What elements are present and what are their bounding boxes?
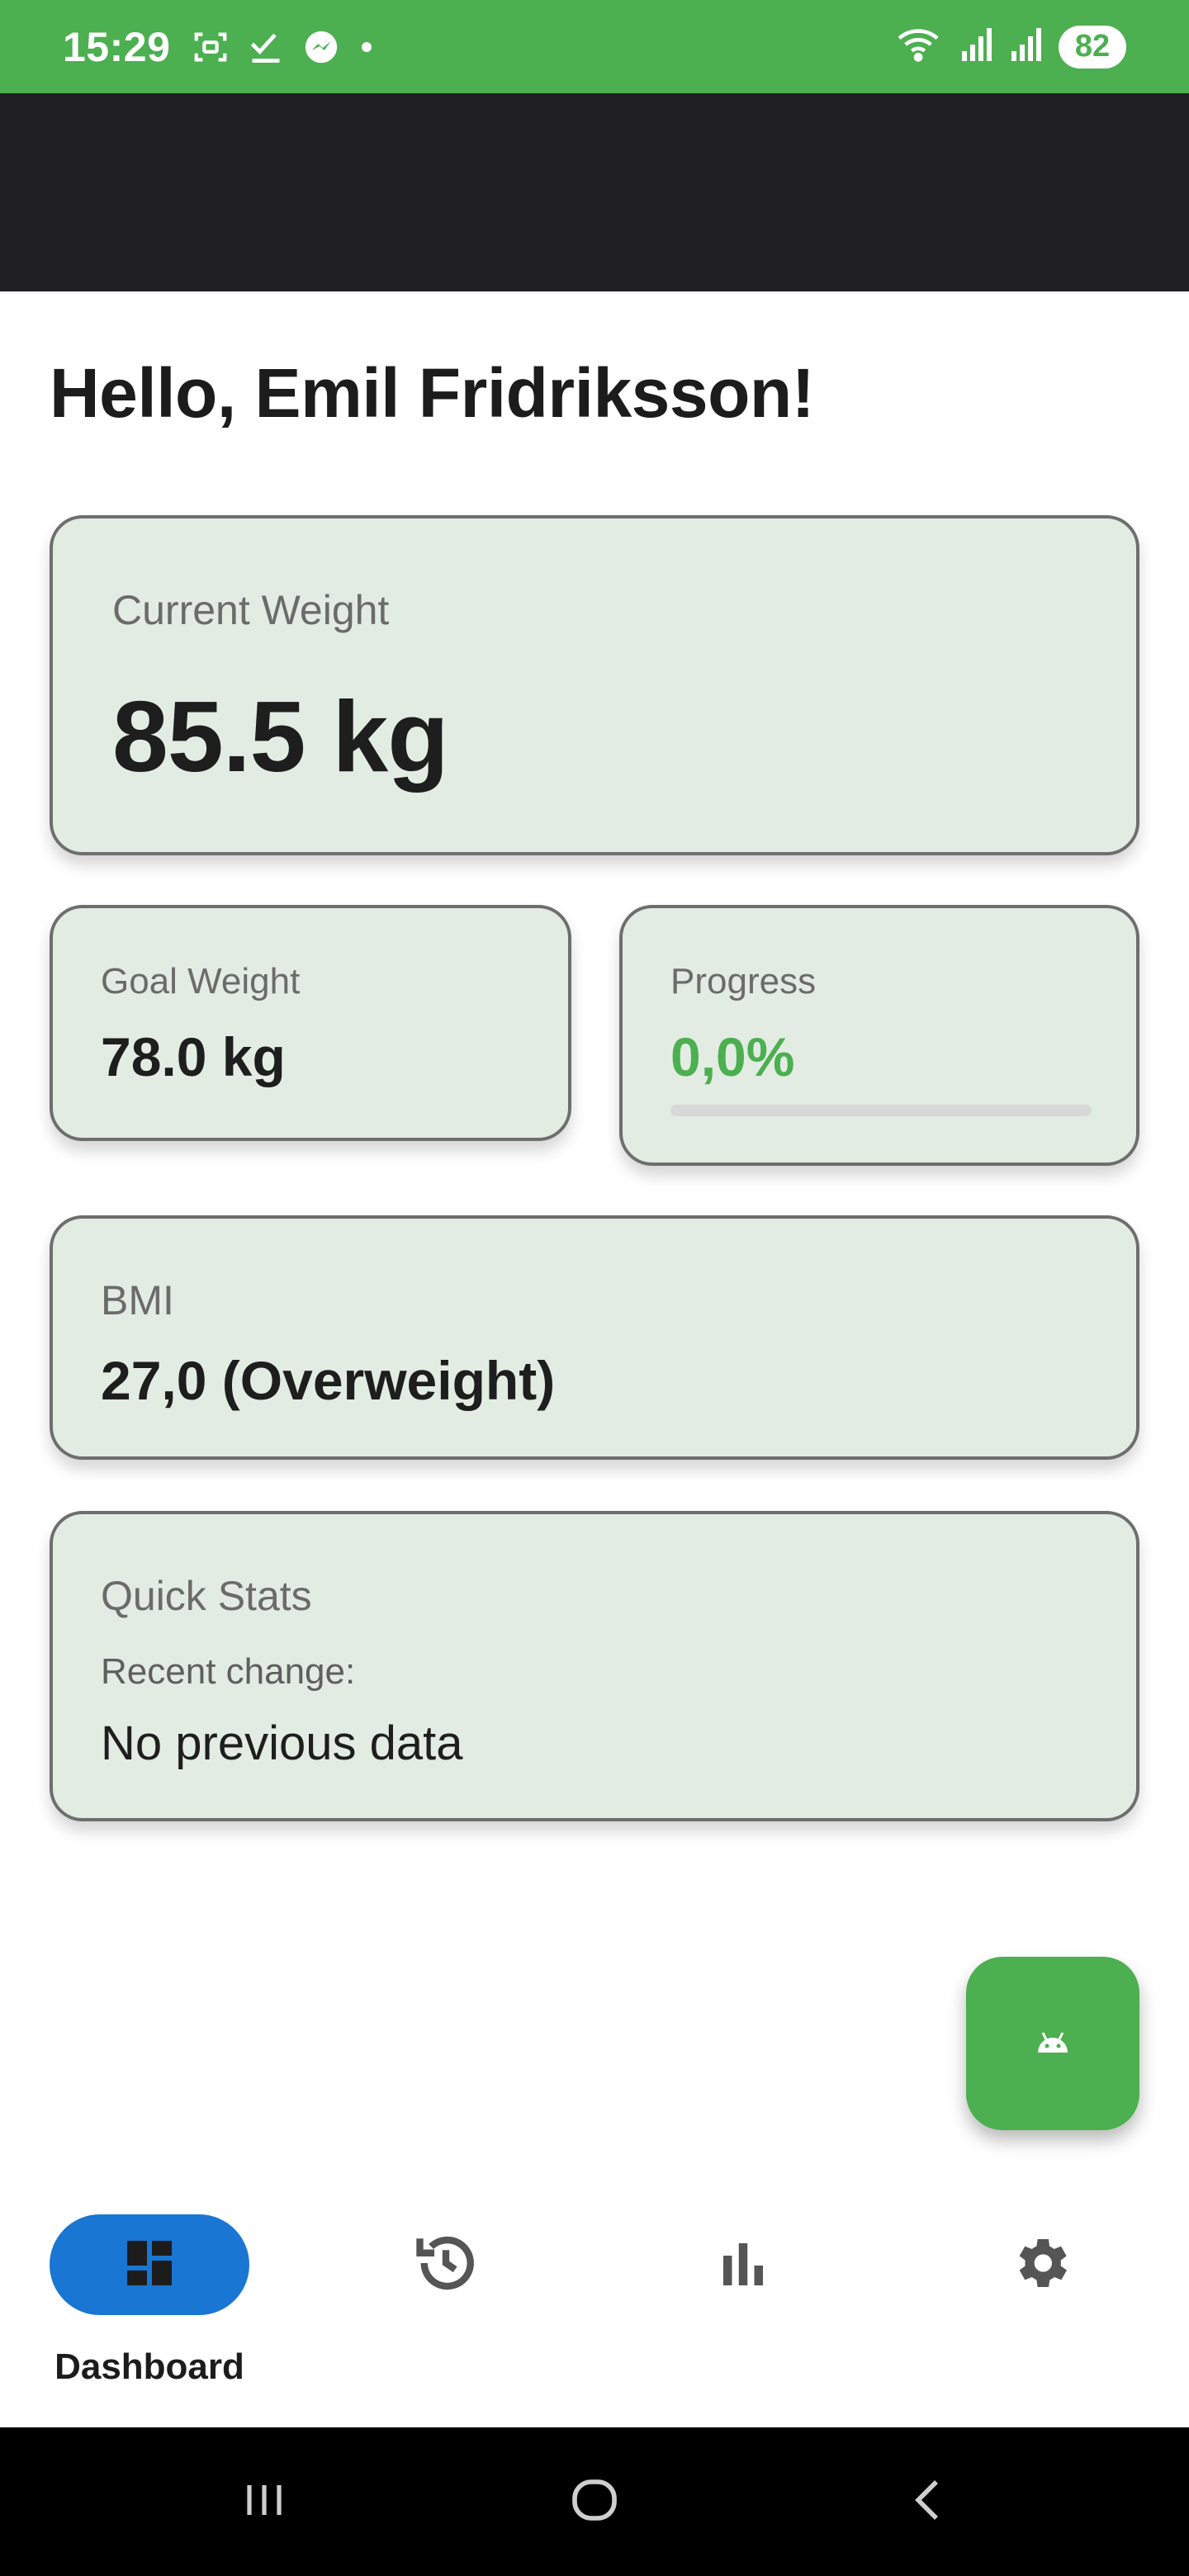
current-weight-card[interactable]: Current Weight 85.5 kg bbox=[50, 515, 1139, 855]
messenger-icon bbox=[302, 28, 340, 66]
nav-item-settings[interactable] bbox=[974, 2214, 1106, 2315]
progress-bar bbox=[670, 1105, 1092, 1116]
nav-item-dashboard[interactable] bbox=[50, 2214, 249, 2315]
status-notification-icons bbox=[192, 28, 375, 66]
app-top-bar bbox=[0, 93, 1189, 291]
dashboard-icon bbox=[120, 2233, 179, 2297]
goal-weight-card[interactable]: Goal Weight 78.0 kg bbox=[50, 905, 571, 1141]
bmi-value: 27,0 (Overweight) bbox=[101, 1350, 556, 1411]
nav-item-statistics[interactable] bbox=[677, 2214, 809, 2315]
signal-icon bbox=[959, 26, 994, 67]
current-weight-label: Current Weight bbox=[112, 587, 390, 633]
goal-weight-label: Goal Weight bbox=[101, 961, 301, 1002]
status-time: 15:29 bbox=[63, 23, 171, 70]
android-icon bbox=[1035, 2029, 1071, 2058]
bottom-navigation: Dashboard bbox=[0, 2180, 1189, 2427]
status-system-icons: 82 bbox=[895, 25, 1126, 69]
checkmark-icon bbox=[248, 29, 284, 65]
current-weight-value: 85.5 kg bbox=[112, 680, 449, 793]
nav-item-history[interactable] bbox=[380, 2214, 512, 2315]
progress-card[interactable]: Progress 0,0% bbox=[619, 905, 1139, 1166]
system-navigation-bar bbox=[0, 2427, 1189, 2576]
battery-indicator: 82 bbox=[1059, 25, 1126, 69]
wifi-icon bbox=[895, 26, 945, 68]
status-bar: 15:29 82 bbox=[0, 0, 1189, 93]
screenshot-icon bbox=[192, 28, 230, 66]
signal-roaming-icon bbox=[1009, 26, 1044, 67]
recent-change-label: Recent change: bbox=[101, 1651, 356, 1692]
history-icon bbox=[411, 2228, 481, 2302]
bmi-label: BMI bbox=[101, 1277, 174, 1324]
quick-stats-title: Quick Stats bbox=[101, 1573, 312, 1619]
quick-stats-card[interactable]: Quick Stats Recent change: No previous d… bbox=[50, 1511, 1139, 1821]
app-screen: 15:29 82 Hello, Emil Fridriksson! Curren… bbox=[0, 0, 1189, 2576]
recent-apps-button[interactable] bbox=[215, 2460, 314, 2543]
nav-label-dashboard[interactable]: Dashboard bbox=[50, 2346, 249, 2388]
bmi-card[interactable]: BMI 27,0 (Overweight) bbox=[50, 1215, 1139, 1460]
bar-chart-icon bbox=[713, 2233, 773, 2297]
goal-weight-value: 78.0 kg bbox=[101, 1026, 286, 1087]
greeting-title: Hello, Emil Fridriksson! bbox=[50, 354, 815, 432]
dot-icon bbox=[358, 39, 375, 55]
home-button[interactable] bbox=[545, 2460, 644, 2543]
progress-label: Progress bbox=[670, 961, 817, 1002]
recent-change-value: No previous data bbox=[101, 1717, 463, 1770]
settings-gear-icon bbox=[1007, 2230, 1073, 2300]
progress-value: 0,0% bbox=[670, 1026, 795, 1087]
back-icon bbox=[903, 2475, 953, 2529]
add-entry-fab[interactable] bbox=[966, 1957, 1139, 2130]
home-icon bbox=[568, 2474, 621, 2531]
back-button[interactable] bbox=[879, 2460, 978, 2543]
recent-apps-icon bbox=[239, 2475, 289, 2529]
